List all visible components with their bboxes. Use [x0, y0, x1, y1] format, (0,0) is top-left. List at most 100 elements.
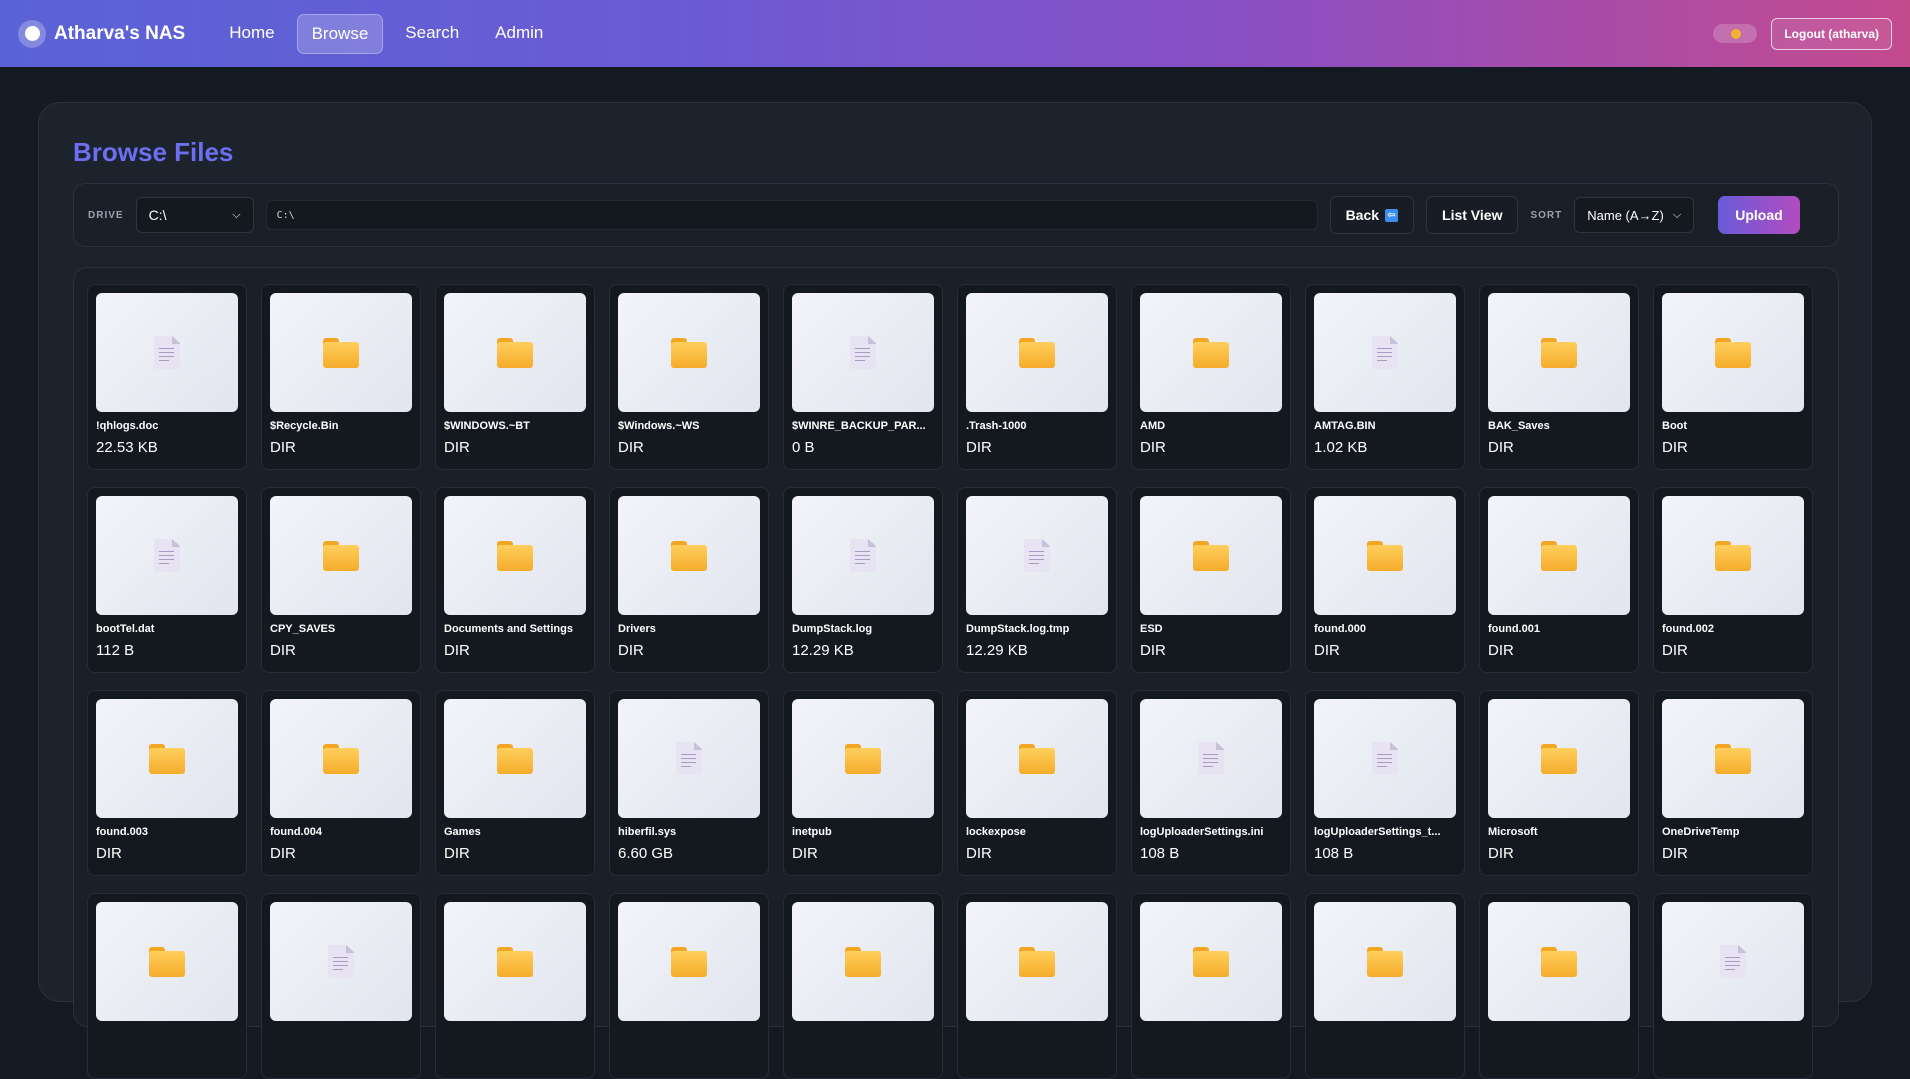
file-card[interactable]	[261, 893, 421, 1079]
file-name: AMD	[1140, 420, 1166, 432]
sun-icon	[1731, 29, 1742, 39]
document-icon	[328, 945, 354, 978]
file-thumbnail	[1314, 293, 1456, 412]
file-thumbnail	[1140, 699, 1282, 818]
top-navbar: Atharva's NAS Home Browse Search Admin L…	[0, 0, 1910, 67]
file-thumbnail	[1140, 293, 1282, 412]
folder-card[interactable]: inetpub DIR	[783, 690, 943, 876]
logout-button[interactable]: Logout (atharva)	[1771, 17, 1892, 50]
file-thumbnail	[1314, 699, 1456, 818]
file-thumbnail	[96, 496, 238, 615]
list-view-button[interactable]: List View	[1426, 196, 1519, 234]
folder-card[interactable]: lockexpose DIR	[957, 690, 1117, 876]
folder-card[interactable]: $Windows.~WS DIR	[609, 284, 769, 470]
folder-icon	[149, 946, 185, 977]
folder-card[interactable]	[87, 893, 247, 1079]
file-name: found.001	[1488, 623, 1540, 635]
brand[interactable]: Atharva's NAS	[18, 19, 185, 48]
folder-card[interactable]: found.004 DIR	[261, 690, 421, 876]
folder-card[interactable]	[435, 893, 595, 1079]
folder-card[interactable]	[1479, 893, 1639, 1079]
browse-panel: Browse Files DRIVE C:\ ⌵ C:\ Back ⇦ List…	[38, 102, 1872, 1079]
nav-browse[interactable]: Browse	[296, 13, 384, 54]
folder-card[interactable]: BAK_Saves DIR	[1479, 284, 1639, 470]
nav-home[interactable]: Home	[215, 14, 288, 54]
file-thumbnail	[618, 496, 760, 615]
file-card[interactable]: !qhlogs.doc 22.53 KB	[87, 284, 247, 470]
file-thumbnail	[96, 902, 238, 1021]
back-button[interactable]: Back ⇦	[1329, 196, 1415, 234]
folder-card[interactable]: Games DIR	[435, 690, 595, 876]
document-icon	[1198, 742, 1224, 775]
file-name: Games	[444, 826, 481, 838]
folder-card[interactable]: OneDriveTemp DIR	[1653, 690, 1813, 876]
folder-card[interactable]: $WINDOWS.~BT DIR	[435, 284, 595, 470]
file-thumbnail	[1662, 293, 1804, 412]
file-thumbnail	[1488, 496, 1630, 615]
folder-card[interactable]: found.000 DIR	[1305, 487, 1465, 673]
file-name: logUploaderSettings_t...	[1314, 826, 1441, 838]
file-card[interactable]: logUploaderSettings.ini 108 B	[1131, 690, 1291, 876]
path-input[interactable]: C:\	[265, 200, 1318, 230]
folder-card[interactable]: .Trash-1000 DIR	[957, 284, 1117, 470]
back-button-label: Back	[1345, 207, 1380, 223]
file-thumbnail	[1314, 902, 1456, 1021]
file-card[interactable]: hiberfil.sys 6.60 GB	[609, 690, 769, 876]
file-thumbnail	[270, 293, 412, 412]
file-size: DIR	[1662, 845, 1688, 862]
file-card[interactable]: $WINRE_BACKUP_PAR... 0 B	[783, 284, 943, 470]
file-name: hiberfil.sys	[618, 826, 677, 838]
folder-card[interactable]	[957, 893, 1117, 1079]
sort-select[interactable]: Name (A→Z) ⌵	[1574, 197, 1695, 233]
nav-search[interactable]: Search	[391, 14, 473, 54]
file-card[interactable]: DumpStack.log.tmp 12.29 KB	[957, 487, 1117, 673]
folder-card[interactable]: Drivers DIR	[609, 487, 769, 673]
folder-icon	[1019, 946, 1055, 977]
drive-select-value: C:\	[148, 207, 167, 223]
folder-card[interactable]: found.003 DIR	[87, 690, 247, 876]
file-name: OneDriveTemp	[1662, 826, 1740, 838]
folder-card[interactable]	[1305, 893, 1465, 1079]
folder-icon	[1193, 337, 1229, 368]
folder-icon	[671, 946, 707, 977]
file-size: DIR	[1662, 642, 1688, 659]
file-card[interactable]: bootTel.dat 112 B	[87, 487, 247, 673]
folder-card[interactable]	[609, 893, 769, 1079]
chevron-down-icon: ⌵	[1672, 208, 1682, 221]
folder-card[interactable]	[1131, 893, 1291, 1079]
file-name: bootTel.dat	[96, 623, 155, 635]
theme-toggle[interactable]	[1713, 24, 1758, 43]
file-size: DIR	[1140, 642, 1166, 659]
file-size: DIR	[618, 439, 644, 456]
file-name: $Recycle.Bin	[270, 420, 339, 432]
file-card[interactable]: AMTAG.BIN 1.02 KB	[1305, 284, 1465, 470]
folder-card[interactable]: ESD DIR	[1131, 487, 1291, 673]
file-size: DIR	[1488, 642, 1514, 659]
file-thumbnail	[444, 699, 586, 818]
folder-card[interactable]: AMD DIR	[1131, 284, 1291, 470]
folder-card[interactable]: found.002 DIR	[1653, 487, 1813, 673]
document-icon	[1372, 336, 1398, 369]
folder-card[interactable]: Microsoft DIR	[1479, 690, 1639, 876]
main-nav: Home Browse Search Admin	[215, 13, 557, 54]
folder-icon	[1193, 946, 1229, 977]
file-thumbnail	[792, 293, 934, 412]
folder-icon	[845, 946, 881, 977]
folder-card[interactable]: Boot DIR	[1653, 284, 1813, 470]
file-size: DIR	[1662, 439, 1688, 456]
file-size: DIR	[1314, 642, 1340, 659]
file-card[interactable]: logUploaderSettings_t... 108 B	[1305, 690, 1465, 876]
folder-card[interactable]: CPY_SAVES DIR	[261, 487, 421, 673]
folder-card[interactable]: $Recycle.Bin DIR	[261, 284, 421, 470]
folder-card[interactable]: Documents and Settings DIR	[435, 487, 595, 673]
nav-admin[interactable]: Admin	[481, 14, 557, 54]
folder-card[interactable]: found.001 DIR	[1479, 487, 1639, 673]
file-size: 1.02 KB	[1314, 439, 1368, 456]
upload-button[interactable]: Upload	[1718, 196, 1800, 234]
file-card[interactable]	[1653, 893, 1813, 1079]
folder-icon	[845, 743, 881, 774]
folder-card[interactable]	[783, 893, 943, 1079]
file-name: logUploaderSettings.ini	[1140, 826, 1264, 838]
drive-select[interactable]: C:\ ⌵	[135, 197, 254, 233]
file-card[interactable]: DumpStack.log 12.29 KB	[783, 487, 943, 673]
